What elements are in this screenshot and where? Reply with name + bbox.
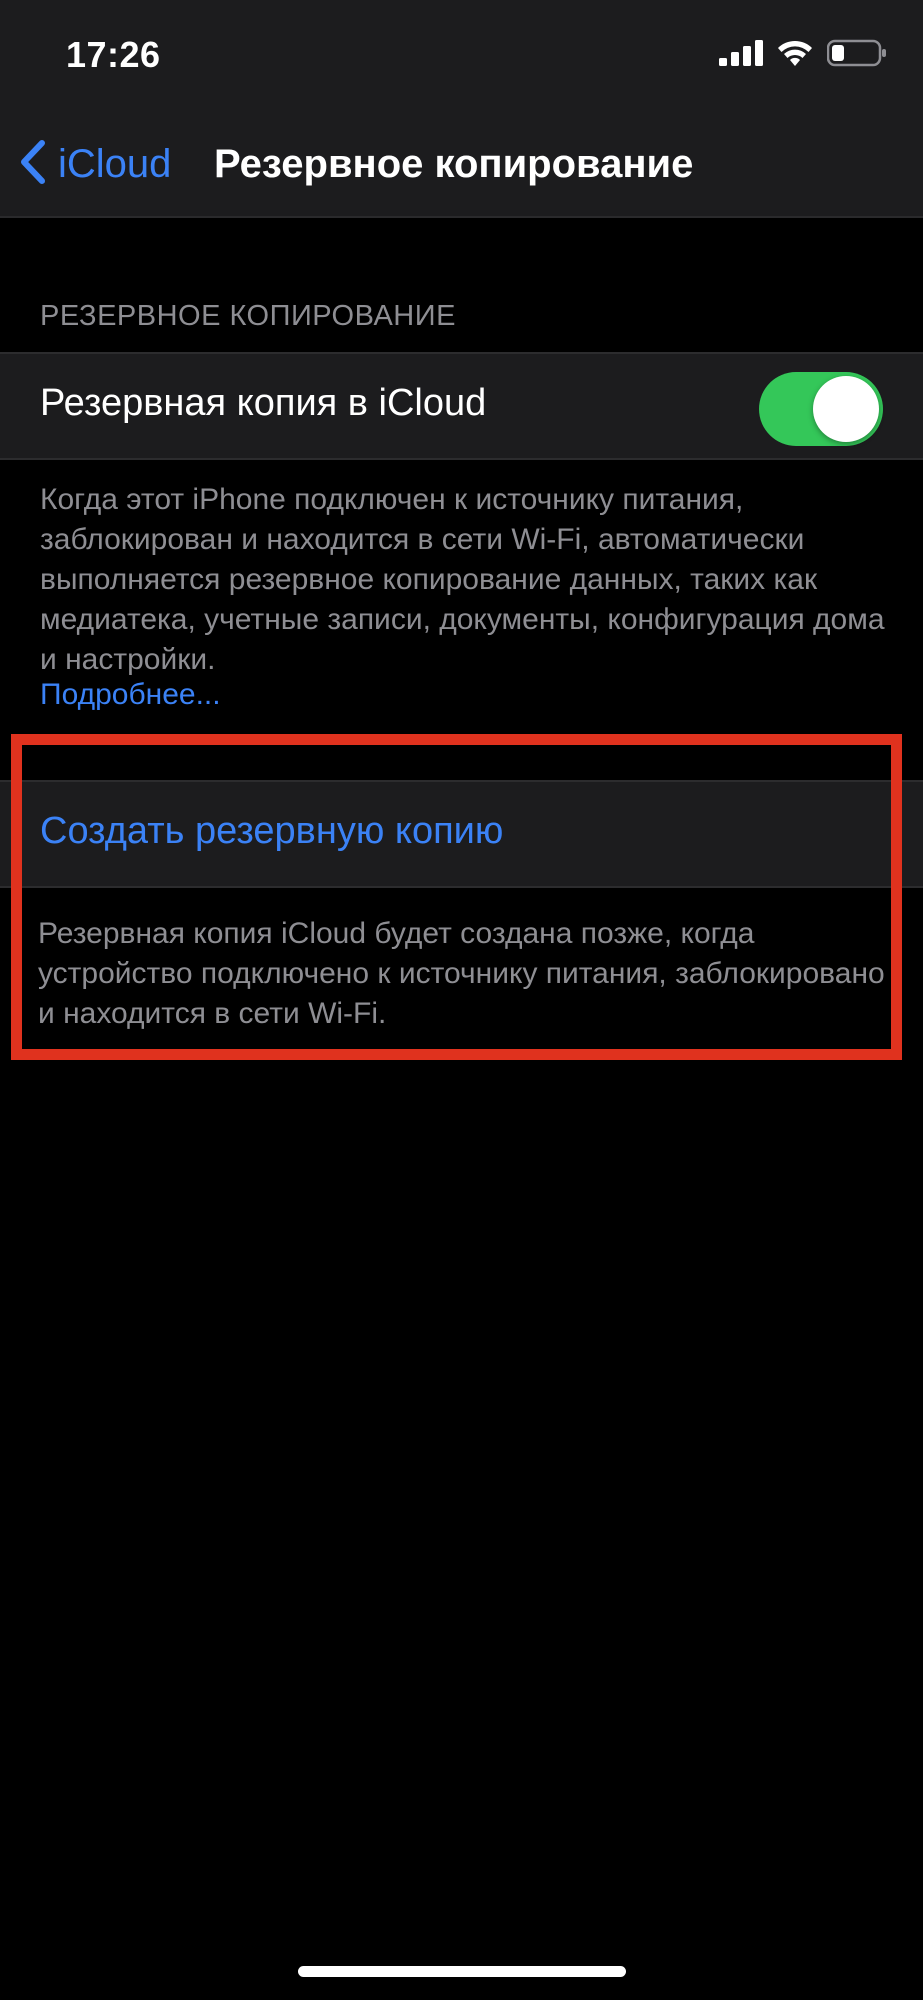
more-info-link[interactable]: Подробнее... xyxy=(40,678,221,712)
back-label: iCloud xyxy=(58,141,172,186)
home-indicator[interactable] xyxy=(298,1966,626,1977)
battery-icon xyxy=(826,39,887,72)
toggle-knob xyxy=(813,376,879,442)
create-backup-row[interactable]: Создать резервную копию xyxy=(0,780,923,888)
status-bar: 17:26 xyxy=(0,0,923,112)
create-backup-description: Резервная копия iCloud будет создана поз… xyxy=(38,917,885,1030)
status-icons xyxy=(719,39,887,72)
status-time: 17:26 xyxy=(66,34,161,75)
icloud-backup-label: Резервная копия в iCloud xyxy=(40,382,487,424)
page-title: Резервное копирование xyxy=(214,142,694,186)
icloud-backup-toggle[interactable] xyxy=(759,372,883,446)
cellular-signal-icon xyxy=(719,39,763,71)
back-button[interactable]: iCloud xyxy=(18,136,171,192)
icloud-backup-row: Резервная копия в iCloud xyxy=(0,352,923,460)
wifi-icon xyxy=(777,39,813,72)
chevron-left-icon xyxy=(18,139,46,190)
section-header: РЕЗЕРВНОЕ КОПИРОВАНИЕ xyxy=(40,300,456,332)
backup-description: Когда этот iPhone подключен к источнику … xyxy=(40,483,885,676)
create-backup-button[interactable]: Создать резервную копию xyxy=(40,810,503,853)
navigation-bar: iCloud Резервное копирование xyxy=(0,112,923,218)
